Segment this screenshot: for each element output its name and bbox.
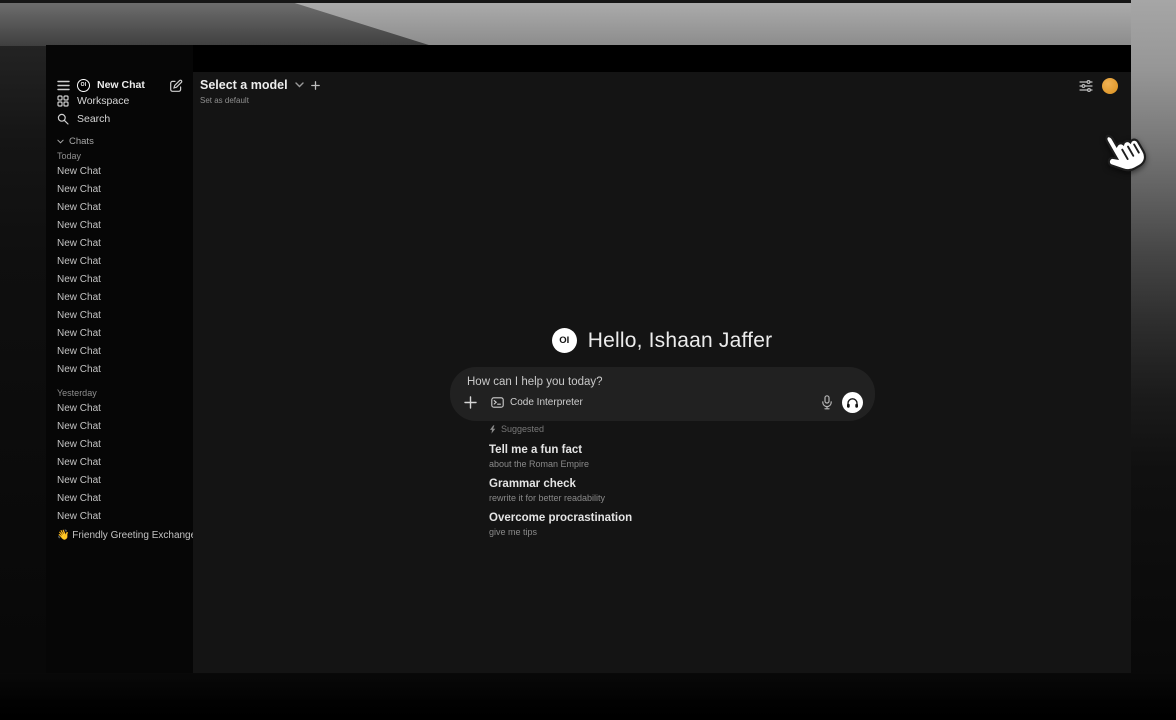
suggested-prompt-subtitle: give me tips [489, 527, 869, 537]
voice-call-button[interactable] [842, 392, 863, 413]
attach-plus-icon[interactable] [464, 396, 477, 409]
chat-list-item[interactable]: New Chat [46, 307, 193, 325]
code-interpreter-toggle[interactable]: Code Interpreter [491, 397, 583, 408]
backdrop-top-line [0, 0, 1176, 3]
sidebar: OI New Chat Workspace Search [46, 45, 193, 673]
chat-list-item[interactable]: New Chat [46, 400, 193, 418]
bolt-icon [489, 425, 496, 434]
workspace-grid-icon [57, 95, 69, 107]
chat-list-item[interactable]: New Chat [46, 181, 193, 199]
sidebar-item-search[interactable]: Search [46, 110, 193, 128]
sidebar-header: OI New Chat [46, 78, 193, 92]
app-window: OI New Chat Workspace Search [46, 45, 1131, 673]
suggested-prompt-subtitle: about the Roman Empire [489, 459, 869, 469]
chevron-down-icon [57, 139, 64, 144]
greeting: OI Hello, Ishaan Jaffer [193, 328, 1131, 353]
suggested-prompt-title: Overcome procrastination [489, 512, 869, 526]
chats-section-header[interactable]: Chats [46, 135, 193, 147]
headphones-icon [846, 397, 859, 409]
app-logo-icon: OI [552, 328, 577, 353]
chat-list-item[interactable]: New Chat [46, 163, 193, 181]
message-input[interactable] [464, 374, 863, 390]
chat-list-item[interactable]: New Chat [46, 271, 193, 289]
suggested-header: Suggested [489, 423, 869, 435]
suggested-items: Tell me a fun factabout the Roman Empire… [489, 444, 869, 537]
chat-list-item[interactable]: 👋 Friendly Greeting Exchange [46, 527, 193, 545]
chat-list-item[interactable]: New Chat [46, 490, 193, 508]
add-model-icon[interactable] [311, 81, 320, 90]
suggested-prompt[interactable]: Grammar checkrewrite it for better reada… [489, 478, 869, 503]
suggested-prompt[interactable]: Overcome procrastinationgive me tips [489, 512, 869, 537]
chat-group-label: Yesterday [46, 387, 193, 400]
chats-label: Chats [69, 136, 94, 147]
sidebar-item-workspace[interactable]: Workspace [46, 92, 193, 110]
main-area: Select a model Set as default OI Hello, … [193, 45, 1131, 673]
search-label: Search [77, 113, 110, 125]
set-default-button[interactable]: Set as default [200, 96, 249, 105]
sidebar-toggle-icon[interactable] [57, 80, 70, 91]
user-avatar[interactable] [1102, 78, 1118, 94]
backdrop: OI New Chat Workspace Search [0, 0, 1176, 720]
model-selector-label: Select a model [200, 78, 288, 92]
greeting-text: Hello, Ishaan Jaffer [588, 329, 773, 353]
chevron-down-icon [295, 82, 304, 88]
suggested-prompt[interactable]: Tell me a fun factabout the Roman Empire [489, 444, 869, 469]
chat-list-item[interactable]: New Chat [46, 325, 193, 343]
chat-list-item[interactable]: New Chat [46, 199, 193, 217]
chat-list-item[interactable]: New Chat [46, 289, 193, 307]
suggested-prompts: Suggested Tell me a fun factabout the Ro… [489, 423, 869, 537]
code-interpreter-label: Code Interpreter [510, 397, 583, 408]
app-logo-icon: OI [77, 79, 90, 92]
search-icon [57, 113, 69, 125]
backdrop-bottom-band [0, 673, 1176, 720]
chat-list-item[interactable]: New Chat [46, 436, 193, 454]
chat-list-item[interactable]: New Chat [46, 343, 193, 361]
chat-groups: TodayNew ChatNew ChatNew ChatNew ChatNew… [46, 150, 193, 545]
chat-list-item[interactable]: New Chat [46, 454, 193, 472]
model-selector[interactable]: Select a model [200, 78, 320, 92]
topbar-right [1079, 78, 1118, 94]
chat-list-item[interactable]: New Chat [46, 472, 193, 490]
sidebar-title: New Chat [97, 79, 163, 91]
suggested-label: Suggested [501, 424, 544, 434]
chat-list-item[interactable]: New Chat [46, 418, 193, 436]
chat-list-item[interactable]: New Chat [46, 361, 193, 379]
controls-sliders-icon[interactable] [1079, 80, 1093, 92]
chat-list-item[interactable]: New Chat [46, 253, 193, 271]
chat-list-item[interactable]: New Chat [46, 217, 193, 235]
backdrop-right-band [1131, 0, 1176, 720]
suggested-prompt-subtitle: rewrite it for better readability [489, 493, 869, 503]
chat-list-item[interactable]: New Chat [46, 508, 193, 526]
terminal-icon [491, 397, 504, 408]
backdrop-left-band [0, 46, 46, 720]
chat-group-label: Today [46, 150, 193, 163]
suggested-prompt-title: Tell me a fun fact [489, 444, 869, 458]
message-composer[interactable]: Code Interpreter [450, 367, 875, 421]
microphone-icon[interactable] [821, 395, 833, 410]
suggested-prompt-title: Grammar check [489, 478, 869, 492]
new-chat-icon[interactable] [170, 79, 183, 92]
composer-toolbar: Code Interpreter [464, 392, 863, 413]
chat-list-item[interactable]: New Chat [46, 235, 193, 253]
workspace-label: Workspace [77, 95, 129, 107]
